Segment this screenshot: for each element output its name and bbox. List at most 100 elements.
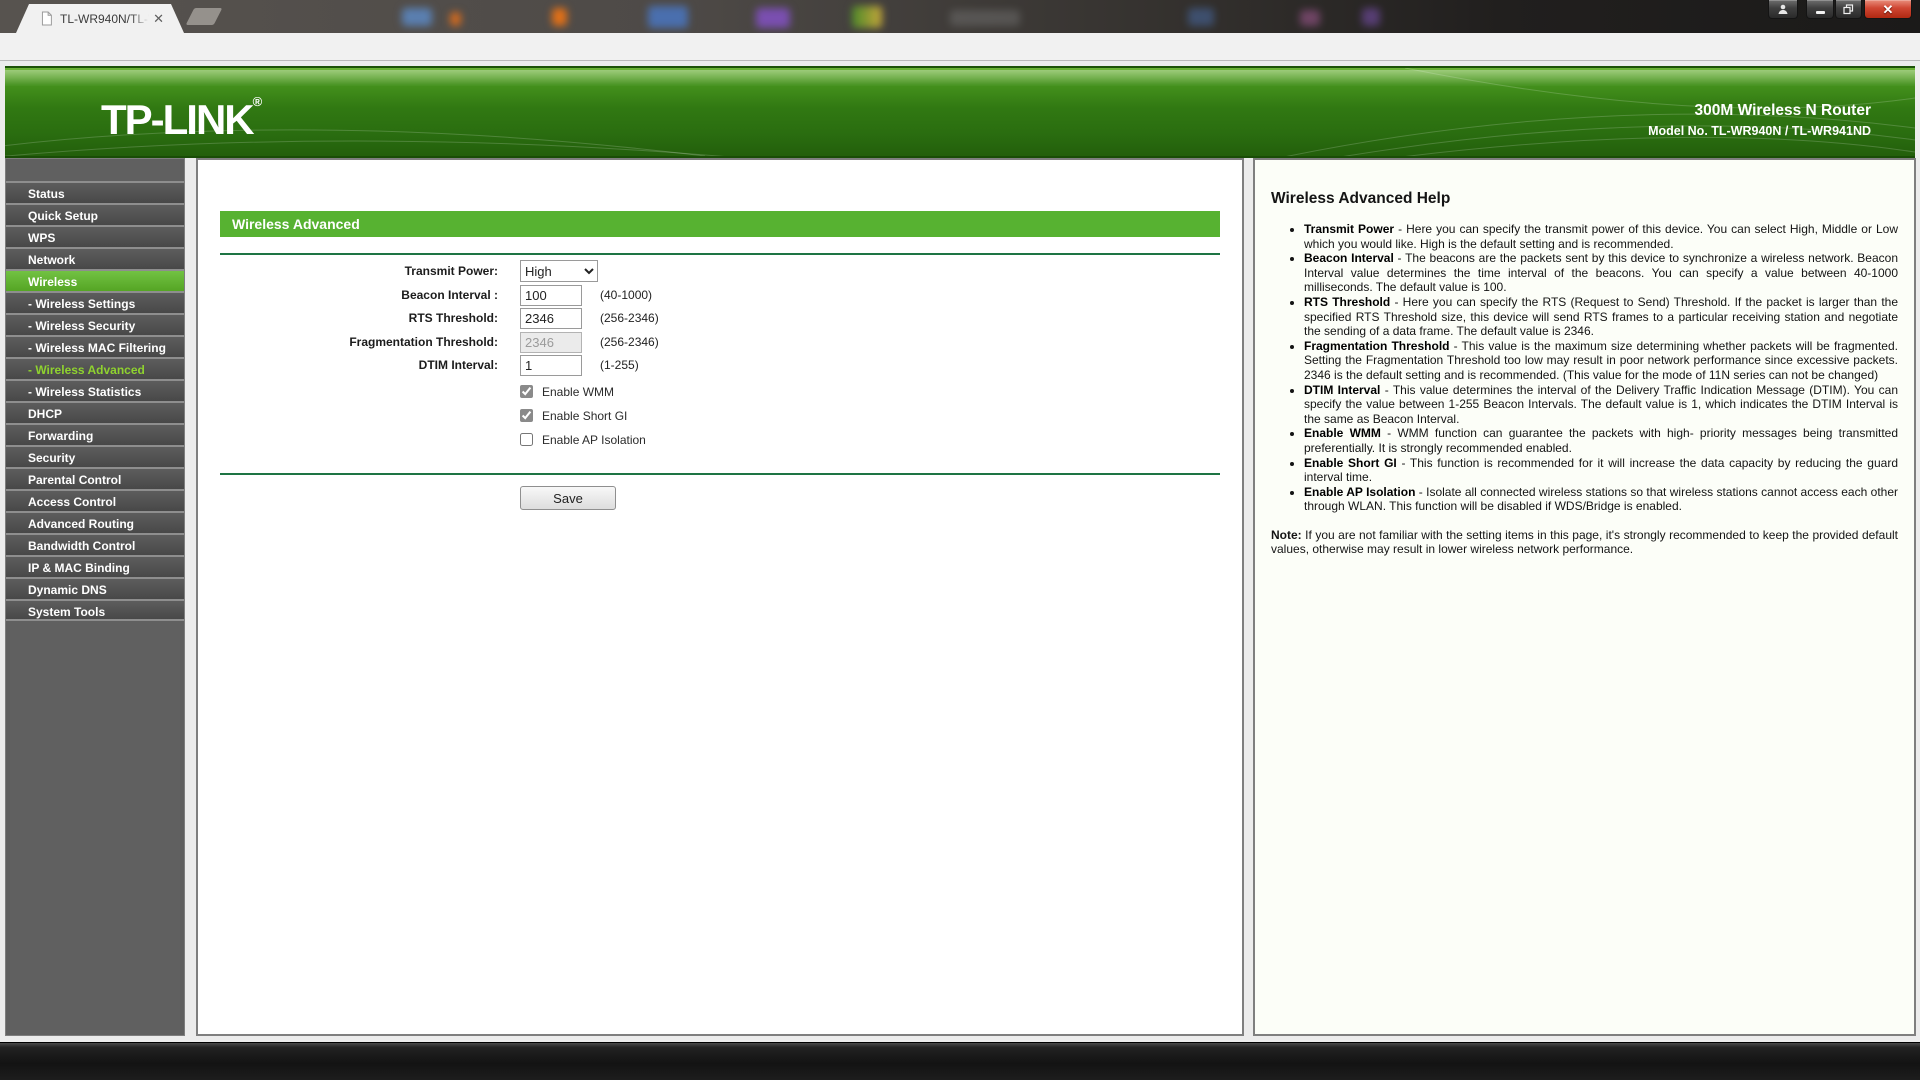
- help-note: Note: If you are not familiar with the s…: [1271, 528, 1898, 557]
- sidebar-item-label: WPS: [28, 231, 55, 245]
- fragmentation-threshold-input: [520, 332, 582, 353]
- sidebar-item[interactable]: IP & MAC Binding: [6, 555, 184, 577]
- desktop-blob: [450, 12, 461, 26]
- sidebar-item[interactable]: Advanced Routing: [6, 511, 184, 533]
- help-item: Enable AP Isolation - Isolate all connec…: [1304, 485, 1898, 514]
- sidebar-item-label: Network: [28, 253, 75, 267]
- browser-toolbar: 192.168.0.1 A: [0, 33, 1920, 61]
- sidebar-item[interactable]: - Wireless Statistics: [6, 379, 184, 401]
- desktop-blob: [1362, 8, 1380, 26]
- beacon-interval-input[interactable]: [520, 285, 582, 306]
- sidebar-item[interactable]: - Wireless Settings: [6, 291, 184, 313]
- sidebar-item[interactable]: Status: [6, 181, 184, 203]
- sidebar-item[interactable]: Wireless: [6, 269, 184, 291]
- sidebar-item-label: Security: [28, 451, 75, 465]
- sidebar-item[interactable]: Dynamic DNS: [6, 577, 184, 599]
- browser-titlebar: TL-WR940N/TL-WR941N ✕ ✕: [0, 0, 1920, 33]
- note-label: Note:: [1271, 528, 1302, 542]
- sidebar-item-label: - Wireless Settings: [28, 297, 135, 311]
- sidebar-item-label: Quick Setup: [28, 209, 98, 223]
- help-text: - The beacons are the packets sent by th…: [1304, 251, 1898, 294]
- desktop-blob: [950, 10, 1020, 26]
- tab-close-icon[interactable]: ✕: [153, 12, 164, 25]
- sidebar-item-label: System Tools: [28, 605, 105, 619]
- minimize-icon: [1816, 11, 1825, 14]
- sidebar-item-label: Forwarding: [28, 429, 93, 443]
- help-text: - WMM function can guarantee the packets…: [1304, 426, 1898, 455]
- new-tab-button[interactable]: [186, 8, 223, 25]
- help-item: RTS Threshold - Here you can specify the…: [1304, 295, 1898, 339]
- tp-link-logo: TP-LINK®: [101, 94, 262, 144]
- main-content: Wireless Advanced Transmit Power: High B…: [196, 158, 1244, 1036]
- tab-title: TL-WR940N/TL-WR941N: [60, 12, 149, 26]
- sidebar-item-label: Access Control: [28, 495, 116, 509]
- sidebar-item-label: - Wireless MAC Filtering: [28, 341, 166, 355]
- sidebar-item[interactable]: Parental Control: [6, 467, 184, 489]
- person-icon: [1777, 3, 1789, 15]
- desktop-blob: [852, 6, 882, 28]
- help-term: Beacon Interval: [1304, 251, 1394, 265]
- sidebar-item-label: Dynamic DNS: [28, 583, 107, 597]
- sidebar-menu: Status Quick Setup WPS Network Wireless …: [5, 158, 185, 1036]
- product-name: 300M Wireless N Router: [1648, 102, 1871, 120]
- dtim-interval-input[interactable]: [520, 355, 582, 376]
- profile-button[interactable]: [1768, 0, 1798, 19]
- desktop-blob: [402, 8, 432, 26]
- router-info: 300M Wireless N Router Model No. TL-WR94…: [1648, 102, 1871, 138]
- sidebar-item-label: Parental Control: [28, 473, 121, 487]
- desktop-blob: [648, 6, 688, 28]
- sidebar-item[interactable]: Access Control: [6, 489, 184, 511]
- rts-threshold-input[interactable]: [520, 308, 582, 329]
- model-number: Model No. TL-WR940N / TL-WR941ND: [1648, 124, 1871, 138]
- taskbar: TL-WR940N/TL-... W P X: [0, 1042, 1920, 1080]
- help-list: Transmit Power - Here you can specify th…: [1271, 222, 1898, 514]
- page-favicon: [40, 11, 53, 26]
- sidebar-item[interactable]: Bandwidth Control: [6, 533, 184, 555]
- sidebar-item[interactable]: Security: [6, 445, 184, 467]
- enable-ap-isolation-checkbox[interactable]: [520, 433, 533, 446]
- transmit-power-label: Transmit Power:: [198, 264, 498, 278]
- sidebar-item[interactable]: - Wireless MAC Filtering: [6, 335, 184, 357]
- help-item: Enable WMM - WMM function can guarantee …: [1304, 426, 1898, 455]
- save-button[interactable]: Save: [520, 486, 616, 510]
- fragmentation-threshold-label: Fragmentation Threshold:: [198, 335, 498, 349]
- browser-tab[interactable]: TL-WR940N/TL-WR941N ✕: [16, 4, 184, 33]
- restore-button[interactable]: [1835, 0, 1862, 19]
- help-term: Fragmentation Threshold: [1304, 339, 1449, 353]
- desktop-blob: [552, 8, 567, 26]
- sidebar-items: Status Quick Setup WPS Network Wireless …: [6, 181, 184, 621]
- sidebar-item[interactable]: - Wireless Security: [6, 313, 184, 335]
- desktop-blob: [756, 8, 790, 28]
- sidebar-item-label: Advanced Routing: [28, 517, 134, 531]
- beacon-interval-label: Beacon Interval :: [198, 288, 498, 302]
- sidebar-item[interactable]: System Tools: [6, 599, 184, 621]
- desktop-blob: [1300, 10, 1320, 26]
- enable-wmm-checkbox[interactable]: [520, 385, 533, 398]
- sidebar-item[interactable]: Network: [6, 247, 184, 269]
- close-button[interactable]: ✕: [1864, 0, 1912, 19]
- help-term: Enable WMM: [1304, 426, 1381, 440]
- page-title: Wireless Advanced: [220, 211, 1220, 237]
- help-item: Beacon Interval - The beacons are the pa…: [1304, 251, 1898, 295]
- help-term: DTIM Interval: [1304, 383, 1380, 397]
- sidebar-item[interactable]: Forwarding: [6, 423, 184, 445]
- help-item: Transmit Power - Here you can specify th…: [1304, 222, 1898, 251]
- minimize-button[interactable]: [1806, 0, 1834, 19]
- sidebar-item[interactable]: DHCP: [6, 401, 184, 423]
- rts-threshold-hint: (256-2346): [600, 311, 659, 325]
- enable-short-gi-label: Enable Short GI: [542, 409, 627, 423]
- fragmentation-threshold-hint: (256-2346): [600, 335, 659, 349]
- help-text: - This value determines the interval of …: [1304, 383, 1898, 426]
- enable-short-gi-checkbox[interactable]: [520, 409, 533, 422]
- help-term: Enable AP Isolation: [1304, 485, 1415, 499]
- desktop-blob: [1188, 8, 1214, 26]
- sidebar-item[interactable]: WPS: [6, 225, 184, 247]
- sidebar-item[interactable]: - Wireless Advanced: [6, 357, 184, 379]
- transmit-power-select[interactable]: High: [520, 260, 598, 282]
- help-text: - Here you can specify the RTS (Request …: [1304, 295, 1898, 338]
- sidebar-item-label: - Wireless Advanced: [28, 363, 145, 377]
- sidebar-item[interactable]: Quick Setup: [6, 203, 184, 225]
- registered-mark: ®: [253, 94, 263, 109]
- help-item: DTIM Interval - This value determines th…: [1304, 383, 1898, 427]
- screen: TL-WR940N/TL-WR941N ✕ ✕: [0, 0, 1920, 1080]
